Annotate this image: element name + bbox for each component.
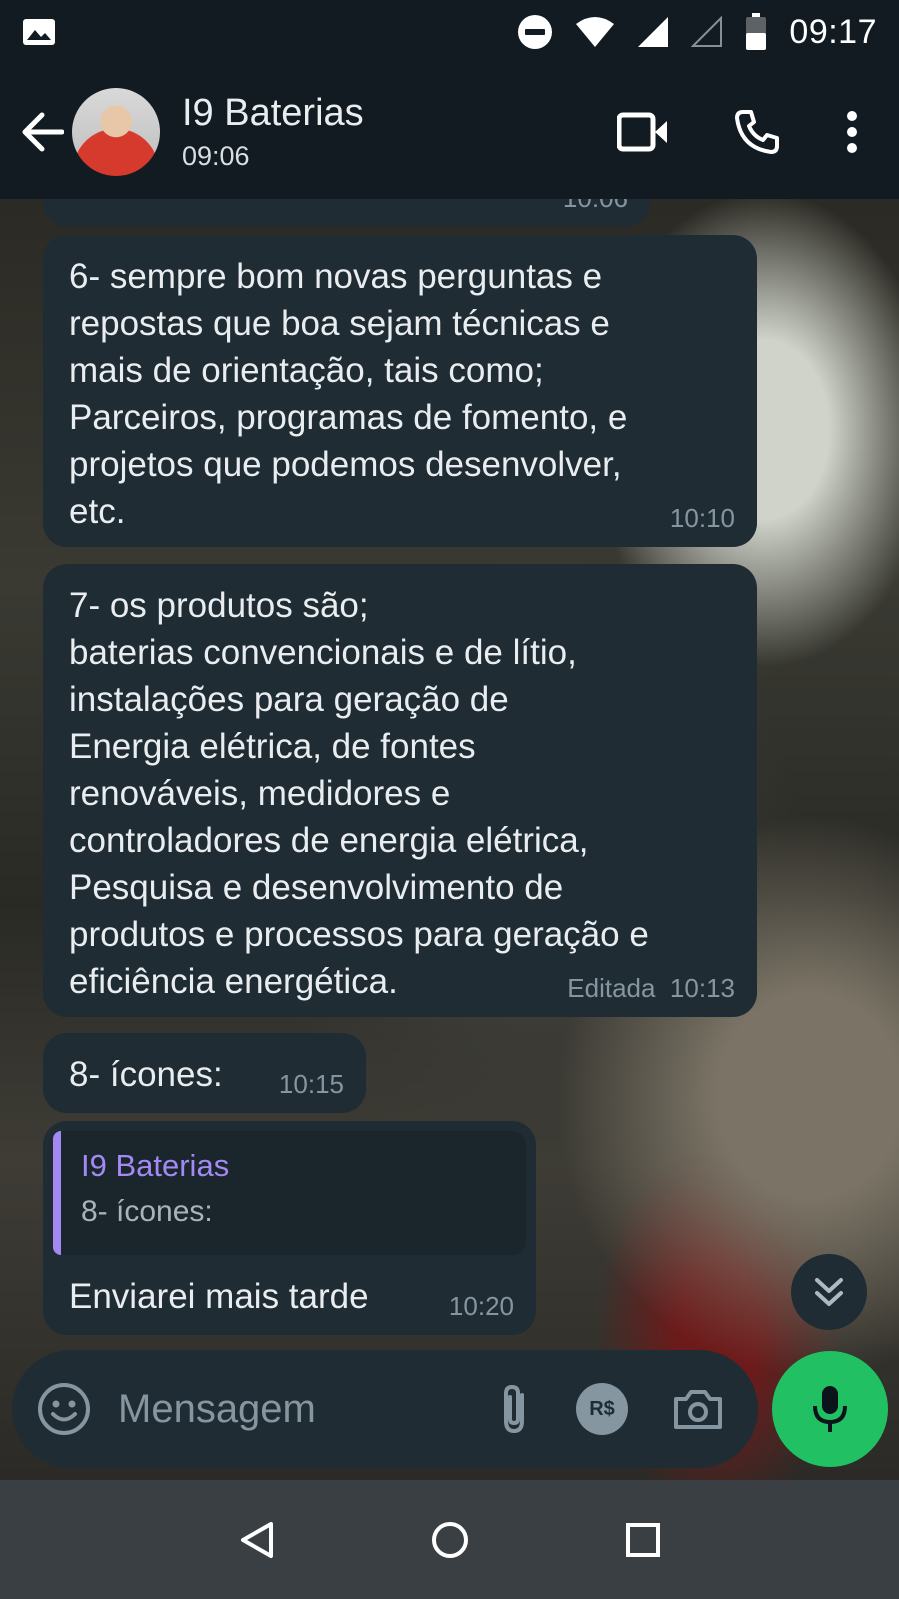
system-nav-bar bbox=[0, 1480, 899, 1599]
voice-call-button[interactable] bbox=[733, 108, 781, 156]
message-text: 6- sempre bom novas perguntas e repostas… bbox=[69, 257, 628, 531]
message-time: 10:20 bbox=[448, 1291, 514, 1321]
message-time: 10:15 bbox=[278, 1069, 344, 1099]
signal-empty-icon bbox=[691, 16, 723, 47]
reply-message-bubble[interactable]: I9 Baterias 8- ícones: Enviarei mais tar… bbox=[43, 1121, 536, 1335]
triangle-back-icon bbox=[240, 1521, 273, 1558]
more-options-icon bbox=[847, 110, 857, 153]
message-bubble[interactable]: 8- ícones: 10:15 bbox=[43, 1033, 366, 1113]
voice-message-button[interactable] bbox=[772, 1351, 888, 1467]
message-bubble[interactable]: 6- sempre bom novas perguntas e repostas… bbox=[43, 235, 757, 547]
status-bar: 09:17 bbox=[0, 0, 899, 64]
quoted-text: 8- ícones: bbox=[81, 1195, 213, 1228]
circle-home-icon bbox=[431, 1521, 468, 1558]
camera-icon[interactable] bbox=[672, 1387, 724, 1431]
message-time: 10:10 bbox=[669, 503, 735, 533]
emoji-icon[interactable] bbox=[36, 1381, 92, 1437]
nav-back-button[interactable] bbox=[227, 1510, 287, 1570]
contact-subtitle: 09:06 bbox=[182, 140, 250, 171]
video-call-button[interactable] bbox=[617, 112, 669, 152]
contact-name: I9 Baterias bbox=[182, 91, 364, 134]
message-bubble[interactable]: 10:06 bbox=[43, 199, 650, 227]
image-icon bbox=[23, 19, 55, 45]
square-recents-icon bbox=[625, 1522, 660, 1557]
avatar[interactable] bbox=[72, 87, 160, 176]
back-button[interactable] bbox=[18, 108, 66, 156]
back-arrow-icon bbox=[22, 112, 64, 151]
nav-recents-button[interactable] bbox=[613, 1510, 673, 1570]
payment-button[interactable]: R$ bbox=[576, 1383, 628, 1435]
message-input[interactable] bbox=[118, 1386, 418, 1432]
message-text: 7- os produtos são; baterias convenciona… bbox=[69, 586, 649, 1001]
nav-home-button[interactable] bbox=[420, 1510, 480, 1570]
contact-info[interactable]: I9 Baterias 09:06 bbox=[182, 92, 364, 172]
video-call-icon bbox=[617, 112, 667, 151]
wifi-icon bbox=[576, 17, 615, 47]
message-time: Editada 10:13 bbox=[567, 973, 735, 1003]
message-time: 10:06 bbox=[563, 199, 628, 213]
signal-icon bbox=[638, 17, 669, 47]
phone-icon bbox=[735, 109, 779, 154]
battery-icon bbox=[746, 13, 767, 50]
clock: 09:17 bbox=[789, 12, 877, 51]
scroll-to-bottom-button[interactable] bbox=[791, 1254, 867, 1330]
mic-icon bbox=[813, 1386, 847, 1432]
message-composer: R$ bbox=[12, 1350, 758, 1468]
double-chevron-down-icon bbox=[815, 1278, 843, 1306]
message-bubble[interactable]: 7- os produtos são; baterias convenciona… bbox=[43, 564, 757, 1017]
do-not-disturb-icon bbox=[518, 15, 553, 49]
chat-area[interactable]: 10:06 6- sempre bom novas perguntas e re… bbox=[0, 199, 899, 1480]
attach-icon[interactable] bbox=[496, 1383, 532, 1435]
chat-header: I9 Baterias 09:06 bbox=[0, 64, 899, 199]
quoted-message[interactable]: I9 Baterias 8- ícones: bbox=[53, 1131, 526, 1255]
payment-icon: R$ bbox=[589, 1397, 615, 1420]
quoted-author: I9 Baterias bbox=[81, 1148, 230, 1183]
more-options-button[interactable] bbox=[845, 110, 859, 154]
